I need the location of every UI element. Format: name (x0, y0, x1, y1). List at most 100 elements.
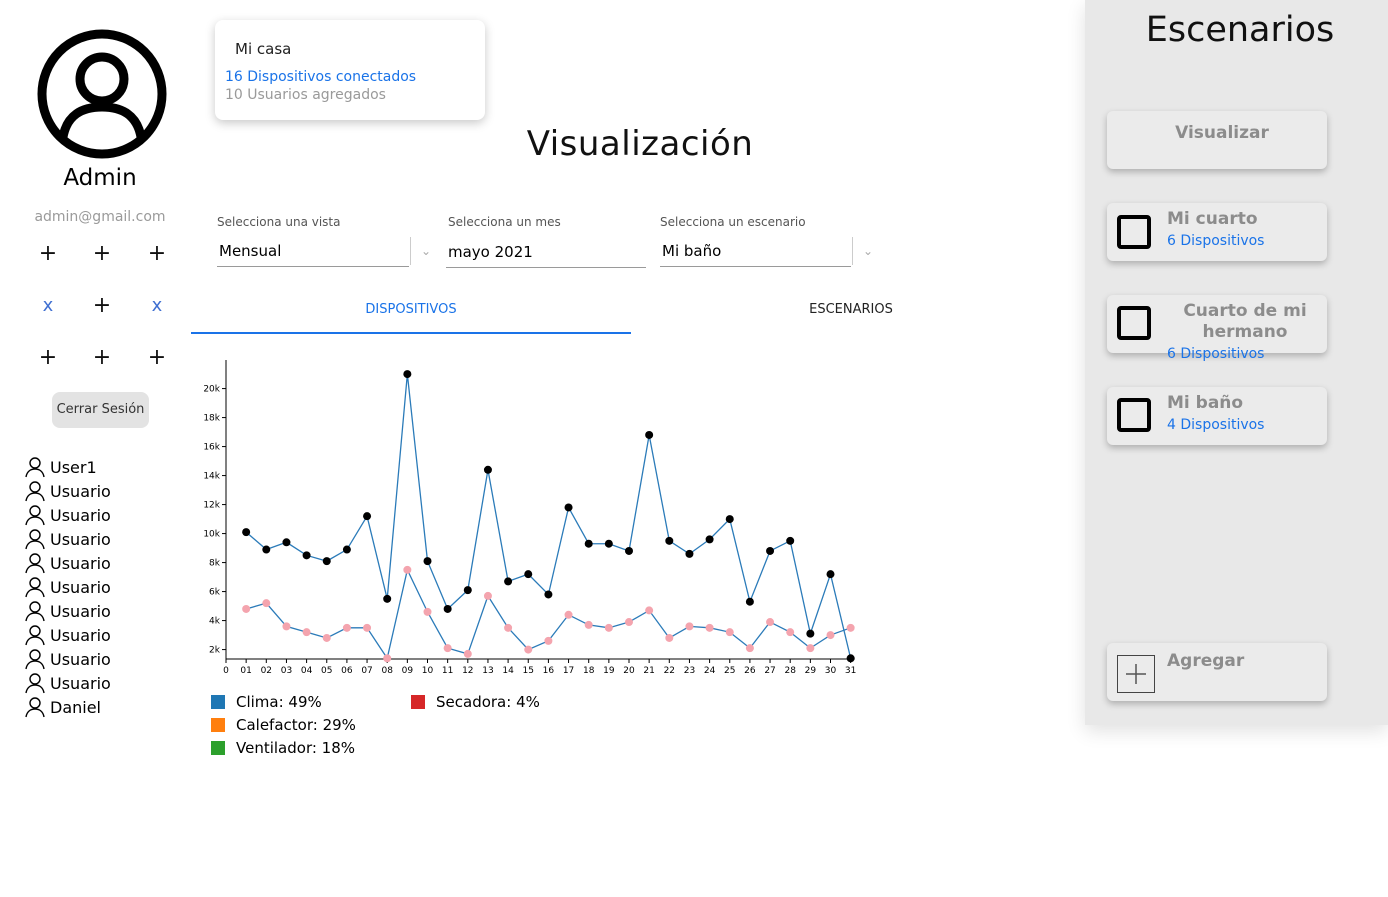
user-list-item[interactable]: Daniel (24, 695, 194, 719)
data-point (544, 636, 553, 645)
data-point (383, 594, 392, 603)
x-tick-label: 02 (261, 666, 272, 676)
data-point (282, 538, 291, 547)
visualize-button[interactable]: Visualizar (1107, 111, 1327, 169)
data-point (826, 570, 835, 579)
x-tick-label: 23 (684, 666, 695, 676)
user-list-item[interactable]: User1 (24, 455, 194, 479)
legend-label: Secadora: 4% (436, 692, 540, 711)
data-point (483, 591, 492, 600)
data-point (262, 599, 271, 608)
data-point (604, 539, 613, 548)
scenario-checkbox[interactable] (1117, 215, 1151, 249)
add-control-button[interactable]: + (90, 294, 114, 318)
scenario-card[interactable]: Mi cuarto 6 Dispositivos (1107, 203, 1327, 261)
data-point (322, 633, 331, 642)
x-tick-label: 12 (462, 666, 473, 676)
add-control-button[interactable]: + (36, 242, 60, 266)
user-list-item[interactable]: Usuario (24, 503, 194, 527)
user-name: Usuario (50, 481, 111, 501)
month-select[interactable]: mayo 2021 (446, 237, 646, 268)
add-scenario-button[interactable]: Agregar (1107, 643, 1327, 701)
user-list-item[interactable]: Usuario (24, 647, 194, 671)
view-select-label: Selecciona una vista (217, 215, 341, 229)
user-list-item[interactable]: Usuario (24, 479, 194, 503)
data-point (604, 623, 613, 632)
x-tick-label: 11 (442, 666, 453, 676)
x-tick-label: 26 (744, 666, 756, 676)
scenario-select-label: Selecciona un escenario (660, 215, 806, 229)
tab-scenarios[interactable]: ESCENARIOS (631, 290, 1071, 332)
tab-devices[interactable]: DISPOSITIVOS (191, 290, 631, 334)
add-control-button[interactable]: + (36, 346, 60, 370)
remove-control-button[interactable]: x (145, 294, 169, 318)
user-list-item[interactable]: Usuario (24, 599, 194, 623)
x-tick-label: 16 (543, 666, 555, 676)
legend-swatch (211, 694, 225, 709)
user-list-item[interactable]: Usuario (24, 551, 194, 575)
scenario-name: Mi cuarto (1167, 209, 1258, 229)
data-point (766, 546, 775, 555)
x-tick-label: 15 (523, 666, 534, 676)
data-point (423, 607, 432, 616)
scenario-card[interactable]: Cuarto de mi hermano 6 Dispositivos (1107, 295, 1327, 362)
profile-email: admin@gmail.com (34, 209, 166, 225)
add-control-button[interactable]: + (90, 242, 114, 266)
data-point (705, 535, 714, 544)
scenario-checkbox[interactable] (1117, 306, 1151, 340)
scenario-card[interactable]: Mi baño 4 Dispositivos (1107, 387, 1327, 445)
add-scenario-label: Agregar (1167, 651, 1245, 671)
legend-item: Calefactor: 29% (211, 713, 356, 736)
logout-button[interactable]: Cerrar Sesión (52, 392, 149, 428)
plus-icon (1117, 655, 1155, 693)
legend-swatch (411, 694, 425, 709)
home-devices-link[interactable]: 16 Dispositivos conectados (225, 69, 416, 85)
x-tick-label: 08 (381, 666, 393, 676)
data-point (302, 551, 311, 560)
user-list-item[interactable]: Usuario (24, 575, 194, 599)
page-title: Visualización (526, 124, 754, 164)
usage-line-chart: 2k 4k 6k 8k 10k 12k 14k 16k 18k 20k 0 01 02 03 04 05 06 0… (203, 360, 856, 676)
data-point (745, 597, 754, 606)
add-control-button[interactable]: + (145, 242, 169, 266)
x-tick-label: 03 (281, 666, 292, 676)
x-tick-label: 09 (402, 666, 414, 676)
user-icon (25, 673, 45, 694)
add-control-button[interactable]: + (90, 346, 114, 370)
scenario-device-count[interactable]: 6 Dispositivos (1167, 346, 1264, 362)
view-select[interactable]: Mensual (217, 236, 409, 267)
series-line (245, 374, 852, 659)
data-point (363, 512, 372, 521)
x-tick-label: 30 (825, 666, 837, 676)
user-icon (25, 601, 45, 622)
home-title: Mi casa (235, 40, 292, 58)
legend-item: Secadora: 4% (411, 690, 540, 713)
x-tick-label: 01 (240, 666, 251, 676)
user-list-item[interactable]: Usuario (24, 623, 194, 647)
user-list-item[interactable]: Usuario (24, 527, 194, 551)
add-control-button[interactable]: + (145, 346, 169, 370)
data-point (544, 590, 553, 599)
data-point (342, 623, 351, 632)
data-point (766, 618, 775, 627)
scenario-device-count[interactable]: 4 Dispositivos (1167, 417, 1264, 433)
data-point (645, 430, 654, 439)
legend-swatch (211, 740, 225, 755)
y-tick-label: 8k (209, 559, 221, 569)
x-tick-label: 17 (563, 666, 574, 676)
x-tick-label: 13 (482, 666, 493, 676)
view-select-chevron-down-icon[interactable]: ⌄ (410, 237, 441, 265)
y-tick-label: 18k (203, 414, 220, 424)
scenario-checkbox[interactable] (1117, 398, 1151, 432)
scenario-select-chevron-down-icon[interactable]: ⌄ (852, 237, 883, 265)
user-icon (25, 697, 45, 718)
remove-control-button[interactable]: x (36, 294, 60, 318)
x-tick-label: 19 (603, 666, 615, 676)
scenario-select[interactable]: Mi baño (660, 236, 851, 267)
scenario-device-count[interactable]: 6 Dispositivos (1167, 233, 1264, 249)
data-point (584, 620, 593, 629)
home-card[interactable]: Mi casa 16 Dispositivos conectados 10 Us… (215, 20, 485, 120)
user-list-item[interactable]: Usuario (24, 671, 194, 695)
x-tick-label: 20 (623, 666, 635, 676)
profile-name: Admin (63, 165, 137, 191)
